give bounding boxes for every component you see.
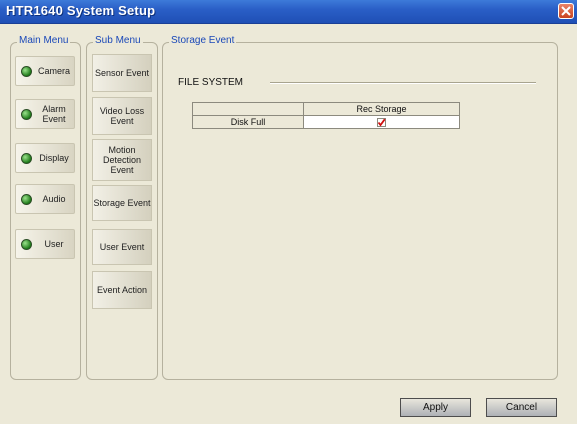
- row-header-disk-full: Disk Full: [192, 115, 304, 129]
- window-title: HTR1640 System Setup: [6, 3, 156, 18]
- close-icon: [561, 6, 571, 16]
- sub-menu-storage-event[interactable]: Storage Event: [92, 185, 152, 221]
- title-bar: HTR1640 System Setup: [0, 0, 577, 24]
- section-divider: [270, 82, 536, 84]
- main-menu-label: Main Menu: [17, 35, 71, 46]
- main-menu-user[interactable]: User: [15, 229, 75, 259]
- sub-menu-video-loss-event[interactable]: Video Loss Event: [92, 97, 152, 135]
- main-menu-panel: Main Menu Camera Alarm Event Display Aud…: [10, 35, 81, 380]
- close-button[interactable]: [558, 3, 574, 19]
- rec-storage-checkbox[interactable]: [377, 118, 386, 128]
- main-menu-display[interactable]: Display: [15, 143, 75, 173]
- status-led-icon: [21, 66, 32, 77]
- status-led-icon: [21, 194, 32, 205]
- file-system-heading: FILE SYSTEM: [178, 77, 244, 88]
- sub-menu-motion-detection-event[interactable]: Motion Detection Event: [92, 139, 152, 181]
- apply-button[interactable]: Apply: [400, 398, 471, 417]
- column-header-rec-storage: Rec Storage: [303, 102, 460, 116]
- main-menu-camera[interactable]: Camera: [15, 56, 75, 86]
- sub-menu-panel: Sub Menu Sensor Event Video Loss Event M…: [86, 35, 158, 380]
- main-menu-alarm-event[interactable]: Alarm Event: [15, 99, 75, 129]
- sub-menu-sensor-event[interactable]: Sensor Event: [92, 54, 152, 92]
- main-menu-audio[interactable]: Audio: [15, 184, 75, 214]
- table-row: Disk Full: [192, 115, 460, 129]
- main-menu-item-label: Display: [39, 153, 69, 163]
- storage-event-label: Storage Event: [169, 35, 237, 46]
- status-led-icon: [21, 109, 32, 120]
- status-led-icon: [21, 153, 32, 164]
- main-menu-item-label: Audio: [42, 194, 66, 204]
- main-menu-item-label: User: [44, 239, 64, 249]
- storage-event-table: Rec Storage Disk Full: [192, 102, 460, 129]
- main-menu-item-label: Camera: [37, 66, 70, 76]
- sub-menu-label: Sub Menu: [93, 35, 143, 46]
- checkmark-icon: [377, 118, 386, 128]
- status-led-icon: [21, 239, 32, 250]
- table-header-row: Rec Storage: [192, 102, 460, 116]
- sub-menu-user-event[interactable]: User Event: [92, 229, 152, 265]
- table-corner-cell: [192, 102, 304, 116]
- cancel-button[interactable]: Cancel: [486, 398, 557, 417]
- sub-menu-event-action[interactable]: Event Action: [92, 271, 152, 309]
- storage-event-panel: Storage Event: [162, 35, 558, 380]
- disk-full-rec-storage-cell[interactable]: [303, 115, 460, 129]
- main-menu-item-label: Alarm Event: [42, 104, 66, 124]
